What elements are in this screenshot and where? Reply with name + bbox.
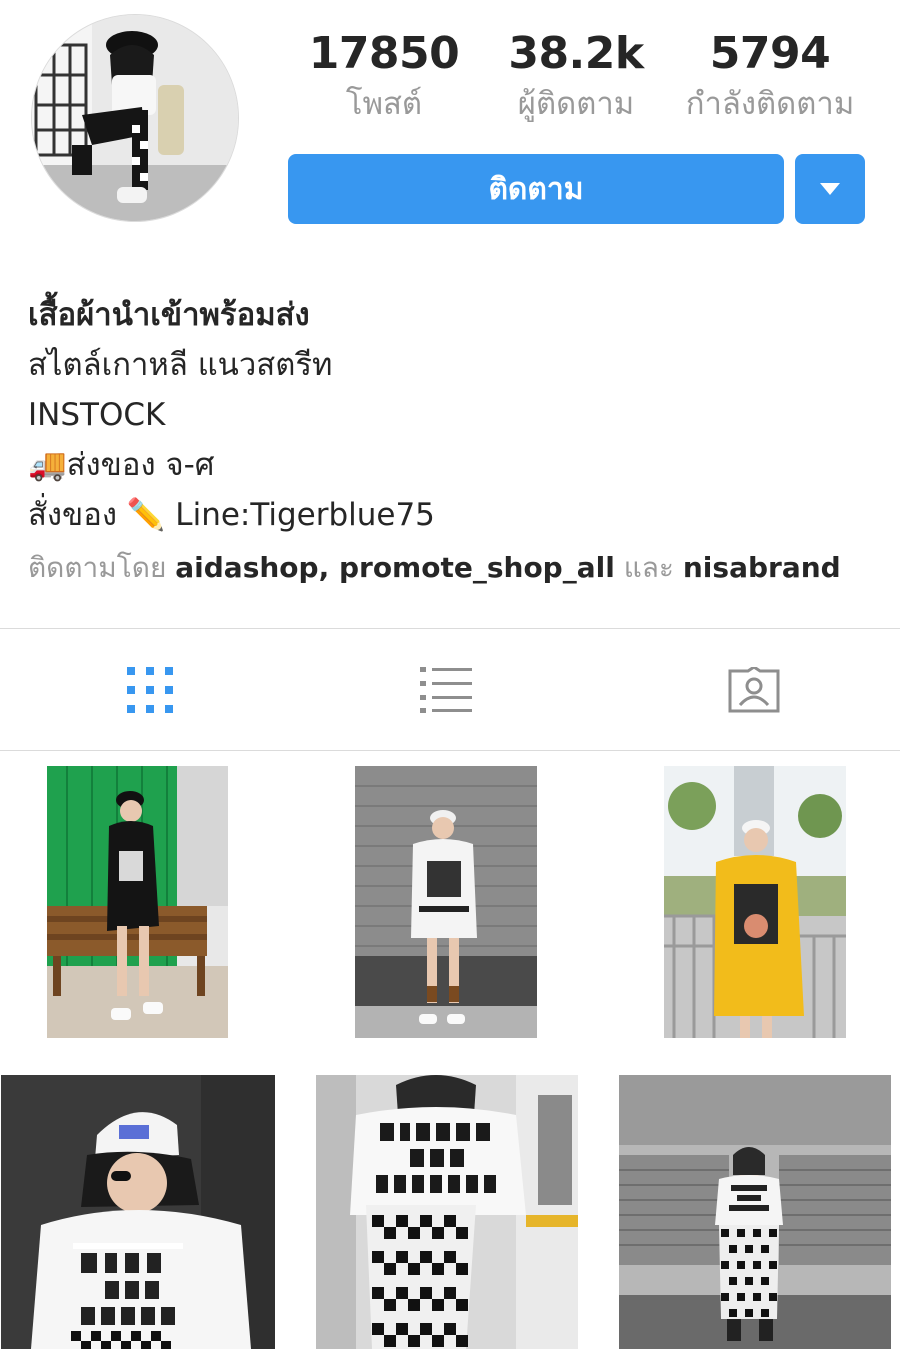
tab-list[interactable]	[296, 630, 596, 750]
stat-posts-value: 17850	[308, 28, 460, 79]
profile-tabs	[0, 630, 900, 750]
photo-post-6	[619, 1075, 891, 1349]
followed-by: ติดตามโดย aidashop, promote_shop_all และ…	[28, 542, 878, 594]
stat-followers[interactable]: 38.2k ผู้ติดตาม	[476, 28, 676, 126]
photo-post-3	[664, 766, 846, 1038]
stat-followers-label: ผู้ติดตาม	[517, 86, 635, 122]
stat-following-label: กำลังติดตาม	[685, 86, 855, 122]
follow-button[interactable]: ติดตาม	[288, 154, 784, 224]
bio-line-3: 🚚ส่งของ จ-ศ	[28, 447, 215, 483]
bio-line-2: INSTOCK	[28, 397, 166, 433]
stat-following[interactable]: 5794 กำลังติดตาม	[670, 28, 870, 126]
post-thumbnail-5[interactable]	[316, 1075, 578, 1349]
suggestions-dropdown-button[interactable]	[795, 154, 865, 224]
tagged-icon	[728, 667, 780, 713]
bio-line-4: สั่งของ ✏️ Line:Tigerblue75	[28, 497, 435, 533]
photo-post-1	[47, 766, 228, 1038]
photo-post-5	[316, 1075, 578, 1349]
followed-by-user-3[interactable]: nisabrand	[683, 551, 841, 584]
list-icon	[420, 667, 472, 713]
stat-posts[interactable]: 17850 โพสต์	[284, 28, 484, 126]
post-thumbnail-3[interactable]	[664, 766, 846, 1038]
profile-stats: 17850 โพสต์ 38.2k ผู้ติดตาม 5794 กำลังติ…	[280, 28, 880, 128]
profile-bio: เสื้อผ้านำเข้าพร้อมส่ง สไตล์เกาหลี แนวสต…	[28, 290, 878, 594]
followed-by-conjunction: และ	[623, 551, 674, 584]
chevron-down-icon	[820, 183, 840, 195]
followed-by-separator: ,	[318, 551, 339, 584]
followed-by-user-1[interactable]: aidashop	[175, 551, 318, 584]
photo-post-2	[355, 766, 537, 1038]
bio-line-1: สไตล์เกาหลี แนวสตรีท	[28, 347, 333, 383]
stat-followers-value: 38.2k	[508, 28, 644, 79]
tab-grid[interactable]	[0, 630, 300, 750]
divider	[0, 750, 900, 751]
stat-following-value: 5794	[709, 28, 831, 79]
tab-tagged[interactable]	[604, 630, 900, 750]
photo-post-4	[1, 1075, 275, 1349]
post-thumbnail-4[interactable]	[1, 1075, 275, 1349]
profile-name: เสื้อผ้านำเข้าพร้อมส่ง	[28, 297, 310, 333]
post-thumbnail-2[interactable]	[355, 766, 537, 1038]
followed-by-prefix: ติดตามโดย	[28, 551, 167, 584]
grid-icon	[127, 667, 173, 713]
profile-avatar[interactable]	[31, 14, 239, 222]
divider	[0, 628, 900, 629]
post-thumbnail-6[interactable]	[619, 1075, 891, 1349]
post-thumbnail-1[interactable]	[47, 766, 228, 1038]
followed-by-user-2[interactable]: promote_shop_all	[339, 551, 615, 584]
stat-posts-label: โพสต์	[345, 86, 423, 122]
